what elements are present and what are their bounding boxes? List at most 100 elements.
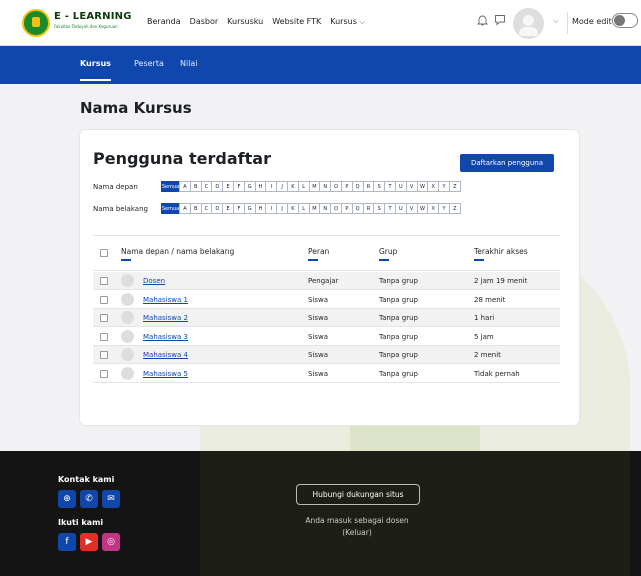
top-navbar: E - LEARNING Fakultas Tarbiyah dan Kegur… — [0, 0, 641, 46]
user-avatar-icon — [121, 329, 134, 343]
last-name-filter-all[interactable]: Semua — [161, 203, 180, 214]
nav-dasbor[interactable]: Dasbor — [190, 17, 219, 27]
participant-last-access: Tidak pernah — [474, 369, 520, 378]
col-name-sort-indicator — [121, 259, 131, 261]
phone-icon[interactable]: ✆ — [80, 490, 98, 508]
nav-kursus-label: Kursus — [330, 17, 357, 26]
follow-heading: Ikuti kami — [58, 518, 104, 527]
participant-name-link[interactable]: Mahasiswa 1 — [143, 296, 188, 304]
row-checkbox[interactable] — [100, 314, 108, 322]
participant-name-link[interactable]: Dosen — [143, 277, 165, 285]
brand-subtitle: Fakultas Tarbiyah dan Keguruan — [54, 24, 118, 29]
email-icon[interactable]: ✉ — [102, 490, 120, 508]
primary-nav: Beranda Dasbor Kursusku Website FTK Kurs… — [147, 17, 365, 27]
participant-name-link[interactable]: Mahasiswa 3 — [143, 333, 188, 341]
brand-title[interactable]: E - LEARNING — [54, 11, 132, 22]
row-checkbox[interactable] — [100, 369, 108, 378]
enroll-users-button[interactable]: Daftarkan pengguna — [460, 154, 554, 172]
instagram-icon[interactable]: ◎ — [102, 533, 120, 551]
participant-name-link[interactable]: Mahasiswa 5 — [143, 370, 188, 378]
nav-website-ftk[interactable]: Website FTK — [272, 17, 321, 27]
participant-role: Siswa — [308, 351, 329, 359]
user-avatar-icon — [121, 311, 134, 324]
table-row: Mahasiswa 5 Siswa Tanpa grup Tidak pernah — [93, 365, 560, 383]
first-name-filter-all[interactable]: Semua — [161, 181, 180, 192]
participant-group: Tanpa grup — [379, 314, 419, 322]
table-header: Nama depan / nama belakang Peran Grup Te… — [93, 235, 560, 271]
col-role-header[interactable]: Peran — [308, 247, 329, 256]
page-title: Nama Kursus — [80, 99, 192, 117]
last-name-filter: Nama belakang Semua A B C D E F G H I J K L M N O P Q R S T U… — [93, 203, 461, 214]
participant-group: Tanpa grup — [379, 351, 419, 359]
participant-role: Pengajar — [308, 277, 339, 285]
facebook-icon[interactable]: f — [58, 533, 76, 551]
first-name-filter-label: Nama depan — [93, 182, 138, 191]
user-avatar-icon — [121, 366, 134, 380]
col-role-sort-indicator — [308, 259, 318, 261]
participant-role: Siswa — [308, 369, 329, 378]
participant-name-link[interactable]: Mahasiswa 4 — [143, 351, 188, 359]
user-avatar[interactable] — [513, 8, 544, 39]
first-name-letters: Semua A B C D E F G H I J K L M N O P Q R S T U V W X Y Z — [161, 181, 461, 192]
col-name-header[interactable]: Nama depan / nama belakang — [121, 247, 234, 256]
participant-group: Tanpa grup — [379, 277, 419, 285]
participant-role: Siswa — [308, 332, 329, 341]
table-row: Dosen Pengajar Tanpa grup 2 jam 19 menit — [93, 272, 560, 290]
site-logo[interactable] — [22, 9, 50, 37]
table-row: Mahasiswa 4 Siswa Tanpa grup 2 menit — [93, 346, 560, 364]
col-lastaccess-sort-indicator — [474, 259, 484, 261]
course-secondary-nav: Kursus Peserta Nilai — [0, 46, 641, 84]
col-lastaccess-header[interactable]: Terakhir akses — [474, 247, 528, 256]
user-avatar-icon — [121, 292, 134, 306]
card-title: Pengguna terdaftar — [93, 149, 271, 168]
participant-last-access: 2 jam 19 menit — [474, 277, 528, 285]
edit-mode-toggle[interactable] — [612, 13, 638, 28]
participant-role: Siswa — [308, 295, 329, 304]
login-info: Anda masuk sebagai dosen (Keluar) — [262, 515, 452, 539]
first-name-filter: Nama depan Semua A B C D E F G H I J K L M N O P Q R S T U V W X… — [93, 181, 461, 192]
nav-kursus[interactable]: Kursus ⌵ — [330, 17, 364, 27]
youtube-icon[interactable]: ▶ — [80, 533, 98, 551]
nav-beranda[interactable]: Beranda — [147, 17, 181, 27]
contact-support-button[interactable]: Hubungi dukungan situs — [296, 484, 420, 505]
user-avatar-icon — [121, 348, 134, 361]
table-row: Mahasiswa 2 Siswa Tanpa grup 1 hari — [93, 309, 560, 327]
table-row: Mahasiswa 3 Siswa Tanpa grup 5 jam — [93, 328, 560, 346]
logout-link[interactable]: (Keluar) — [262, 527, 452, 539]
edit-mode-label: Mode edit — [572, 17, 612, 26]
contact-heading: Kontak kami — [58, 475, 115, 484]
chat-icon[interactable] — [494, 14, 506, 29]
chevron-down-icon: ⌵ — [359, 18, 365, 26]
participant-group: Tanpa grup — [379, 369, 419, 378]
first-name-filter-letter[interactable]: Z — [448, 181, 461, 192]
table-row: Mahasiswa 1 Siswa Tanpa grup 28 menit — [93, 291, 560, 309]
select-all-checkbox[interactable] — [100, 249, 108, 257]
row-checkbox[interactable] — [100, 277, 108, 285]
website-icon[interactable]: ⊕ — [58, 490, 76, 508]
tab-kursus[interactable]: Kursus — [80, 59, 111, 81]
participant-last-access: 5 jam — [474, 332, 494, 341]
bell-icon[interactable] — [476, 14, 489, 29]
last-name-filter-letter[interactable]: Z — [448, 203, 461, 214]
user-menu-chevron-icon[interactable]: ⌵ — [553, 17, 558, 26]
participant-group: Tanpa grup — [379, 295, 419, 304]
site-footer: Kontak kami ⊕ ✆ ✉ Ikuti kami f ▶ ◎ — [0, 451, 641, 576]
row-checkbox[interactable] — [100, 332, 108, 341]
header-divider — [567, 12, 568, 34]
user-avatar-icon — [121, 274, 134, 287]
participant-group: Tanpa grup — [379, 332, 419, 341]
participant-name-link[interactable]: Mahasiswa 2 — [143, 314, 188, 322]
login-info-text: Anda masuk sebagai dosen — [305, 516, 409, 525]
row-checkbox[interactable] — [100, 351, 108, 359]
participants-card: Pengguna terdaftar Daftarkan pengguna Na… — [80, 130, 579, 425]
last-name-filter-label: Nama belakang — [93, 204, 148, 213]
row-checkbox[interactable] — [100, 295, 108, 304]
col-group-header[interactable]: Grup — [379, 247, 397, 256]
participant-last-access: 1 hari — [474, 314, 495, 322]
nav-kursusku[interactable]: Kursusku — [227, 17, 263, 27]
participant-role: Siswa — [308, 314, 329, 322]
tab-nilai[interactable]: Nilai — [180, 59, 198, 68]
tab-peserta[interactable]: Peserta — [134, 59, 164, 68]
footer-watermark — [200, 451, 630, 576]
last-name-letters: Semua A B C D E F G H I J K L M N O P Q R S T U V W X Y Z — [161, 203, 461, 214]
